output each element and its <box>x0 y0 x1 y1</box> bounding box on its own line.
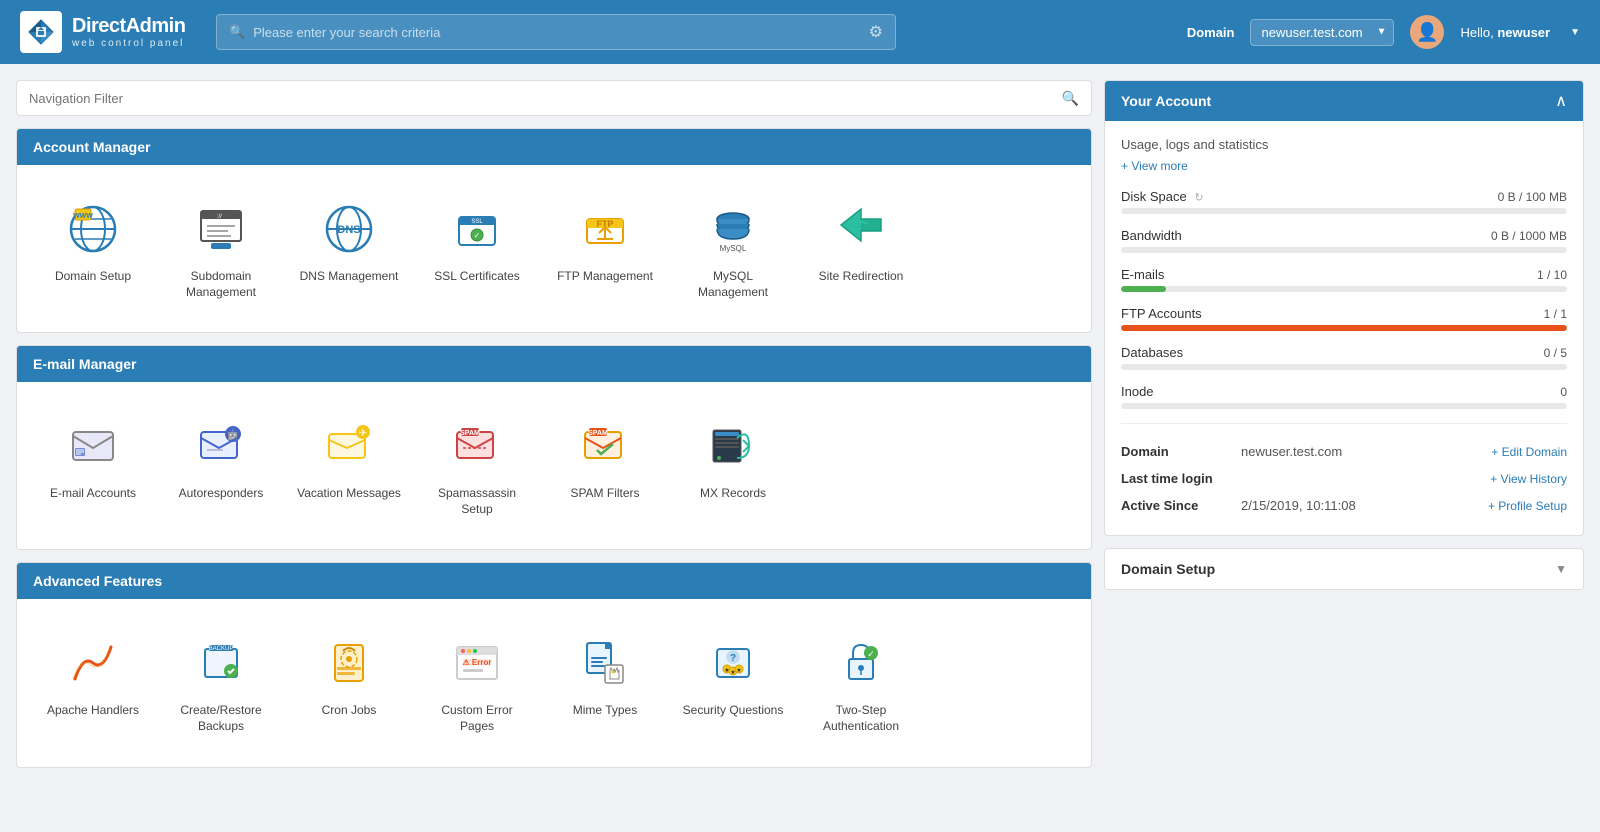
sidebar-item-spam-filters[interactable]: SPAM SPAM Filters <box>545 402 665 529</box>
sidebar-item-mysql-management[interactable]: MySQL MySQL Management <box>673 185 793 312</box>
sidebar-item-site-redirection[interactable]: Site Redirection <box>801 185 921 312</box>
profile-setup-link[interactable]: + Profile Setup <box>1488 499 1567 513</box>
sidebar-item-vacation-messages[interactable]: ✈ Vacation Messages <box>289 402 409 529</box>
stat-emails: E-mails 1 / 10 <box>1121 267 1567 292</box>
sidebar-item-apache-handlers[interactable]: Apache Handlers <box>33 619 153 746</box>
svg-text:://_: ://_ <box>217 214 226 220</box>
avatar: 👤 <box>1410 15 1444 49</box>
sidebar-item-autoresponders[interactable]: 🤖 Autoresponders <box>161 402 281 529</box>
collapse-icon[interactable]: ∧ <box>1555 91 1567 111</box>
email-manager-body: E-mail Accounts 🤖 Autoresponders <box>17 382 1091 549</box>
svg-text:✓: ✓ <box>867 649 875 659</box>
svg-text:★: ★ <box>736 667 741 674</box>
domain-setup-card: Domain Setup ▼ <box>1104 548 1584 590</box>
stat-databases: Databases 0 / 5 <box>1121 345 1567 370</box>
stat-bandwidth: Bandwidth 0 B / 1000 MB <box>1121 228 1567 253</box>
svg-text:🤖: 🤖 <box>227 428 239 441</box>
svg-text:WWW: WWW <box>73 213 93 220</box>
domain-setup-header[interactable]: Domain Setup ▼ <box>1105 549 1583 589</box>
search-input[interactable] <box>253 25 860 40</box>
left-panel: 🔍 Account Manager <box>16 80 1104 816</box>
svg-text:BACKUP: BACKUP <box>209 646 234 652</box>
advanced-features-body: Apache Handlers BACKUP Create/Restore Ba… <box>17 599 1091 766</box>
user-greeting: Hello, newuser <box>1460 25 1550 40</box>
email-manager-header: E-mail Manager <box>17 346 1091 382</box>
domain-setup-chevron-icon[interactable]: ▼ <box>1555 562 1567 576</box>
view-more-link[interactable]: + View more <box>1121 159 1188 173</box>
disk-refresh-icon[interactable]: ↻ <box>1194 191 1203 204</box>
advanced-features-header: Advanced Features <box>17 563 1091 599</box>
edit-domain-link[interactable]: + Edit Domain <box>1491 445 1567 459</box>
domain-select-wrap[interactable]: newuser.test.com <box>1250 19 1394 46</box>
sidebar-item-email-accounts[interactable]: E-mail Accounts <box>33 402 153 529</box>
user-menu-chevron-icon[interactable]: ▼ <box>1570 27 1580 38</box>
sidebar-item-domain-setup[interactable]: WWW Domain Setup <box>33 185 153 312</box>
search-bar[interactable]: 🔍 ⚙ <box>216 14 896 50</box>
svg-text:★: ★ <box>724 667 729 674</box>
sidebar-item-create-restore-backups[interactable]: BACKUP Create/Restore Backups <box>161 619 281 746</box>
sidebar-item-spamassassin[interactable]: SPAM Spamassassin Setup <box>417 402 537 529</box>
sidebar-item-subdomain-management[interactable]: ://_ Subdomain Management <box>161 185 281 312</box>
svg-text:?: ? <box>730 653 736 664</box>
advanced-features-section: Advanced Features Apache Handlers <box>16 562 1092 767</box>
account-manager-section: Account Manager WWW <box>16 128 1092 333</box>
settings-icon[interactable]: ⚙ <box>869 22 883 42</box>
account-card: Your Account ∧ Usage, logs and statistic… <box>1104 80 1584 536</box>
sidebar-item-security-questions[interactable]: ? ★ ★ ★ Security Questions <box>673 619 793 746</box>
svg-text:MySQL: MySQL <box>720 244 747 253</box>
sidebar-item-cron-jobs[interactable]: Cron Jobs <box>289 619 409 746</box>
svg-text:SPAM: SPAM <box>588 430 608 437</box>
sidebar-item-mx-records[interactable]: MX Records <box>673 402 793 529</box>
account-info-section: Domain newuser.test.com + Edit Domain La… <box>1121 423 1567 519</box>
account-manager-body: WWW Domain Setup ://_ <box>17 165 1091 332</box>
svg-text:★: ★ <box>730 669 735 676</box>
info-row-last-login: Last time login + View History <box>1121 465 1567 492</box>
stat-disk-space: Disk Space ↻ 0 B / 100 MB <box>1121 189 1567 214</box>
info-row-domain: Domain newuser.test.com + Edit Domain <box>1121 438 1567 465</box>
main-layout: 🔍 Account Manager <box>0 64 1600 832</box>
view-history-link[interactable]: + View History <box>1490 472 1567 486</box>
svg-text:SPAM: SPAM <box>460 430 480 437</box>
sidebar-item-ssl-certificates[interactable]: SSL ✓ SSL Certificates <box>417 185 537 312</box>
logo: DirectAdmin web control panel <box>20 11 200 53</box>
navbar-right: Domain newuser.test.com 👤 Hello, newuser… <box>1187 15 1580 49</box>
navbar: DirectAdmin web control panel 🔍 ⚙ Domain… <box>0 0 1600 64</box>
right-panel: Your Account ∧ Usage, logs and statistic… <box>1104 80 1584 816</box>
nav-filter[interactable]: 🔍 <box>16 80 1092 116</box>
logo-icon <box>20 11 62 53</box>
nav-filter-input[interactable] <box>29 91 1062 106</box>
svg-text:DNS: DNS <box>337 224 360 236</box>
email-manager-section: E-mail Manager E-mail Accoun <box>16 345 1092 550</box>
svg-text:⚠ Error: ⚠ Error <box>463 658 492 667</box>
stat-ftp-accounts: FTP Accounts 1 / 1 <box>1121 306 1567 331</box>
sidebar-item-two-step-auth[interactable]: ✓ Two-Step Authentication <box>801 619 921 746</box>
sidebar-item-custom-error-pages[interactable]: ⚠ Error Custom Error Pages <box>417 619 537 746</box>
stat-inode: Inode 0 <box>1121 384 1567 409</box>
account-card-body: Usage, logs and statistics + View more D… <box>1105 121 1583 535</box>
logo-text: DirectAdmin web control panel <box>72 15 185 49</box>
sidebar-item-mime-types[interactable]: Mime Types <box>545 619 665 746</box>
sidebar-item-ftp-management[interactable]: FTP FTP Management <box>545 185 665 312</box>
svg-text:✈: ✈ <box>359 428 367 439</box>
search-icon: 🔍 <box>229 24 245 40</box>
nav-filter-search-icon: 🔍 <box>1062 90 1079 107</box>
svg-text:✓: ✓ <box>474 231 481 240</box>
account-manager-header: Account Manager <box>17 129 1091 165</box>
usage-subtitle: Usage, logs and statistics <box>1121 137 1567 152</box>
svg-text:SSL: SSL <box>471 219 483 225</box>
account-card-header: Your Account ∧ <box>1105 81 1583 121</box>
info-row-active-since: Active Since 2/15/2019, 10:11:08 + Profi… <box>1121 492 1567 519</box>
sidebar-item-dns-management[interactable]: DNS DNS Management <box>289 185 409 312</box>
domain-select[interactable]: newuser.test.com <box>1250 19 1394 46</box>
